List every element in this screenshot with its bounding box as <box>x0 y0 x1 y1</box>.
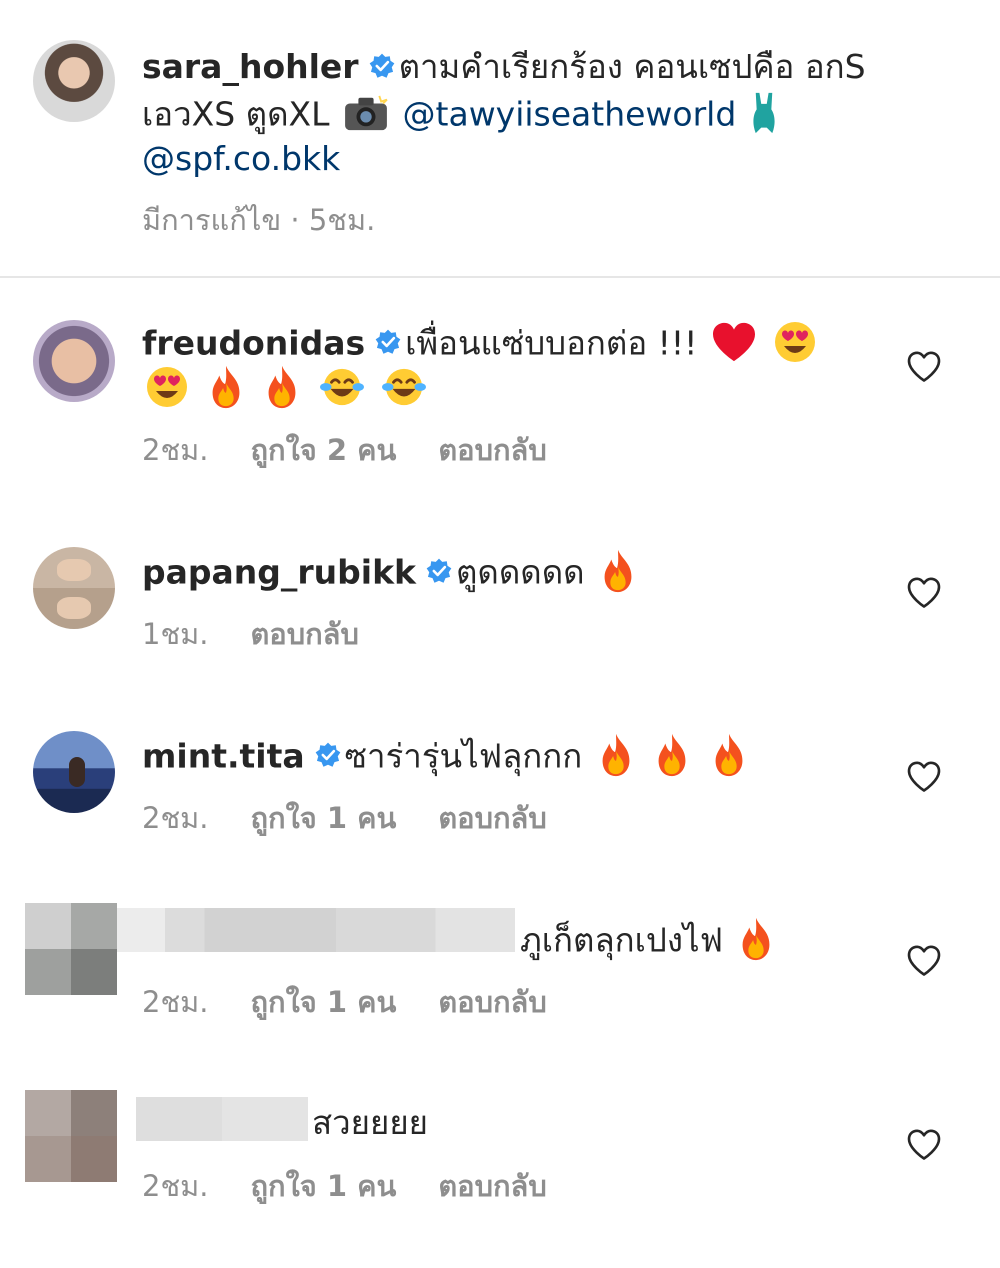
heart-outline-icon[interactable] <box>906 1128 942 1162</box>
comment-text: ภูเก็ตลุกเปงไฟ <box>520 920 723 960</box>
reply-button[interactable]: ตอบกลับ <box>250 617 358 651</box>
reply-button[interactable]: ตอบกลับ <box>438 985 546 1019</box>
reply-button[interactable]: ตอบกลับ <box>438 1169 546 1203</box>
pixelated-username <box>136 1097 308 1141</box>
likes-count[interactable]: ถูกใจ 1 คน <box>250 1169 396 1203</box>
heart-outline-icon[interactable] <box>906 944 942 978</box>
pixelated-avatar[interactable] <box>25 903 117 995</box>
comment-time: 1ชม. <box>142 617 209 651</box>
mention-link[interactable]: @tawyiiseatheworld <box>403 95 737 134</box>
username[interactable]: papang_rubikk <box>142 553 416 592</box>
likes-count[interactable]: ถูกใจ 1 คน <box>250 985 396 1019</box>
verified-badge-icon <box>426 558 452 584</box>
comment-text: ตูดดดดด <box>456 552 585 592</box>
caption-text: เอวXS ตูดXL <box>142 94 330 134</box>
verified-badge-icon <box>315 742 341 768</box>
reply-button[interactable]: ตอบกลับ <box>438 433 546 467</box>
fire-icon <box>652 732 692 778</box>
caption-line-3: @spf.co.bkk <box>142 136 340 182</box>
fire-icon <box>709 732 749 778</box>
heart-outline-icon[interactable] <box>906 760 942 794</box>
likes-count[interactable]: ถูกใจ 1 คน <box>250 801 396 835</box>
comment-time: 2ชม. <box>142 1169 209 1203</box>
pixelated-username <box>117 908 515 952</box>
avatar[interactable] <box>33 320 115 402</box>
comment-line-1: ภูเก็ตลุกเปงไฟ <box>520 916 779 968</box>
comment-meta: 2ชม. ถูกใจ 1 คน ตอบกลับ <box>142 800 547 836</box>
caption-line-2: เอวXS ตูดXL @tawyiiseatheworld <box>142 91 781 141</box>
comment-text: สวยยยย <box>312 1103 429 1142</box>
comment-meta: 1ชม. ตอบกลับ <box>142 616 359 652</box>
comment-meta: 2ชม. ถูกใจ 2 คน ตอบกลับ <box>142 432 547 468</box>
pixelated-avatar[interactable] <box>25 1090 117 1182</box>
comment-time: 2ชม. <box>142 433 209 467</box>
comment-line-2 <box>142 364 430 416</box>
verified-badge-icon <box>369 53 395 79</box>
comment-line-1: สวยยยย <box>312 1100 428 1146</box>
mention-link[interactable]: @spf.co.bkk <box>142 139 340 178</box>
heart-outline-icon[interactable] <box>906 350 942 384</box>
username[interactable]: sara_hohler <box>142 47 359 86</box>
post-caption: sara_hohler ตามคำเรียกร้อง คอนเซปคือ อกS … <box>0 0 1000 276</box>
comment-meta: 2ชม. ถูกใจ 1 คน ตอบกลับ <box>142 1168 547 1204</box>
username[interactable]: mint.tita <box>142 737 305 776</box>
swimsuit-icon <box>750 91 778 135</box>
heart-eyes-icon <box>773 320 817 364</box>
camera-flash-icon <box>343 94 389 132</box>
avatar[interactable] <box>33 40 115 122</box>
fire-icon <box>262 364 302 410</box>
username[interactable]: freudonidas <box>142 324 365 363</box>
heart-eyes-icon <box>145 365 189 409</box>
tears-of-joy-icon <box>381 366 427 408</box>
verified-badge-icon <box>375 329 401 355</box>
comment-line-1: freudonidas เพื่อนแซ่บบอกต่อ !!! <box>142 320 820 370</box>
comment-time: 2ชม. <box>142 985 209 1019</box>
divider <box>0 276 1000 278</box>
caption-meta: มีการแก้ไข · 5ชม. <box>142 203 376 237</box>
fire-icon <box>598 548 638 594</box>
comment-time: 2ชม. <box>142 801 209 835</box>
fire-icon <box>736 916 776 962</box>
comment-line-1: papang_rubikk ตูดดดดด <box>142 548 641 600</box>
fire-icon <box>596 732 636 778</box>
avatar[interactable] <box>33 731 115 813</box>
heart-outline-icon[interactable] <box>906 576 942 610</box>
caption-line-1: sara_hohler ตามคำเรียกร้อง คอนเซปคือ อกS <box>142 44 866 90</box>
comment-text: ซาร่ารุ่นไฟลุกกก <box>344 736 583 776</box>
comment-line-1: mint.tita ซาร่ารุ่นไฟลุกกก <box>142 732 752 784</box>
avatar[interactable] <box>33 547 115 629</box>
reply-button[interactable]: ตอบกลับ <box>438 801 546 835</box>
likes-count[interactable]: ถูกใจ 2 คน <box>250 433 396 467</box>
tears-of-joy-icon <box>319 366 365 408</box>
caption-text: ตามคำเรียกร้อง คอนเซปคือ อกS <box>398 47 866 86</box>
red-heart-icon <box>711 321 757 363</box>
comment-meta: 2ชม. ถูกใจ 1 คน ตอบกลับ <box>142 984 547 1020</box>
fire-icon <box>206 364 246 410</box>
comment-text: เพื่อนแซ่บบอกต่อ !!! <box>405 323 698 363</box>
